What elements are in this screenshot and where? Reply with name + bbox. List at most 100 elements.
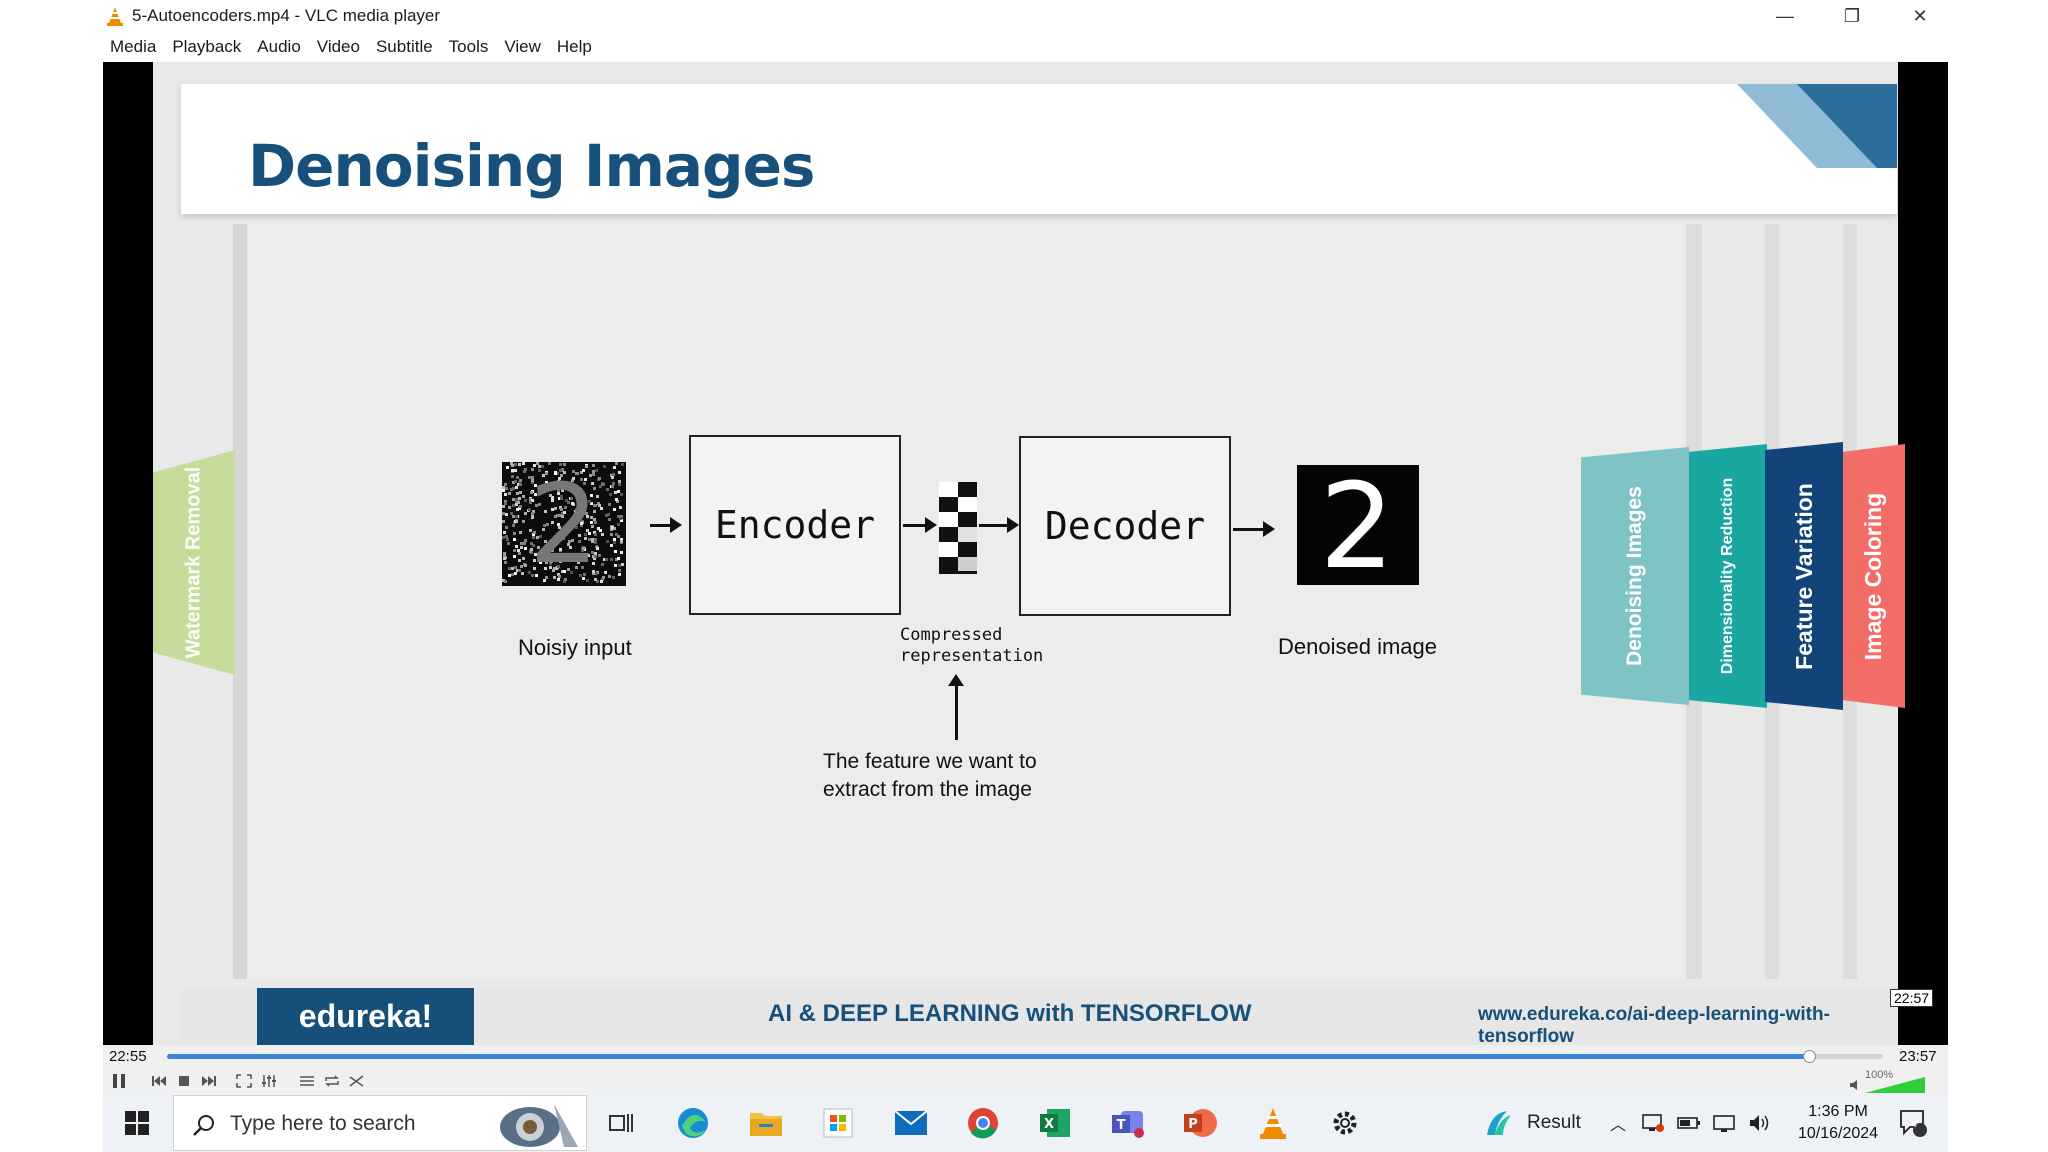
menu-tools[interactable]: Tools <box>442 34 496 62</box>
next-button[interactable] <box>198 1070 220 1091</box>
gear-icon <box>1333 1111 1357 1135</box>
menu-help[interactable]: Help <box>550 34 599 62</box>
chevron-up-icon[interactable]: ︿ <box>1605 1111 1631 1135</box>
close-button[interactable]: ✕ <box>1887 0 1953 32</box>
noise-speckle <box>518 569 521 572</box>
volume-icon[interactable] <box>1749 1113 1771 1133</box>
wifi-display-icon[interactable] <box>1713 1113 1737 1133</box>
content-panel <box>233 224 1693 979</box>
taskbar-teams[interactable]: T <box>1108 1103 1148 1143</box>
noise-speckle <box>519 531 522 534</box>
fullscreen-button[interactable] <box>233 1070 255 1091</box>
noise-speckle <box>524 499 527 502</box>
taskbar-vlc[interactable] <box>1253 1103 1293 1143</box>
taskbar-store[interactable] <box>818 1103 858 1143</box>
decoder-box: Decoder <box>1019 436 1231 616</box>
noise-speckle <box>613 538 616 541</box>
playlist-icon <box>300 1075 314 1086</box>
noise-speckle <box>512 524 515 527</box>
notifications-button[interactable]: 4 <box>1893 1103 1933 1143</box>
next-icon <box>202 1075 216 1086</box>
taskbar-settings[interactable] <box>1325 1103 1365 1143</box>
noise-speckle <box>505 535 508 538</box>
shuffle-button[interactable] <box>346 1070 368 1091</box>
noise-speckle <box>610 533 613 536</box>
denoised-image: 2 <box>1297 465 1419 585</box>
noise-speckle <box>613 508 616 511</box>
battery-icon[interactable] <box>1677 1115 1701 1131</box>
noise-speckle <box>511 567 514 570</box>
seek-handle[interactable] <box>1803 1050 1817 1063</box>
noise-speckle <box>517 549 520 552</box>
noise-speckle <box>602 483 605 486</box>
volume-slider[interactable] <box>1865 1077 1925 1093</box>
taskbar-chrome[interactable] <box>963 1103 1003 1143</box>
noise-speckle <box>519 505 522 508</box>
noise-speckle <box>522 462 525 465</box>
weather-widget[interactable]: Result <box>1481 1094 1581 1152</box>
noise-speckle <box>519 483 522 486</box>
noise-speckle <box>614 564 617 567</box>
noise-speckle <box>511 573 514 576</box>
taskbar-search[interactable]: Type here to search <box>173 1095 587 1151</box>
edge-icon <box>678 1108 708 1138</box>
weather-label: Result <box>1527 1112 1581 1133</box>
feature-note-line2: extract from the image <box>823 778 1032 801</box>
noise-speckle <box>518 497 521 500</box>
restore-button[interactable]: ❐ <box>1819 0 1885 32</box>
noise-speckle <box>515 503 518 506</box>
noise-speckle <box>610 558 613 561</box>
menu-subtitle[interactable]: Subtitle <box>369 34 440 62</box>
video-area[interactable]: Denoising Images Watermark Removal Denoi… <box>103 62 1948 1045</box>
pause-button[interactable] <box>106 1070 132 1091</box>
svg-text:P: P <box>1188 1117 1198 1132</box>
seek-bar[interactable] <box>167 1050 1883 1063</box>
fullscreen-icon <box>236 1073 252 1088</box>
taskbar-excel[interactable]: X <box>1035 1103 1075 1143</box>
noise-speckle <box>520 542 523 545</box>
arrow-code-decoder <box>979 517 1019 533</box>
noise-speckle <box>506 538 509 541</box>
taskbar-powerpoint[interactable]: P <box>1180 1103 1220 1143</box>
noisy-input-image: 2 <box>502 462 626 586</box>
menu-audio[interactable]: Audio <box>250 34 307 62</box>
menu-view[interactable]: View <box>497 34 548 62</box>
noise-speckle <box>617 490 620 493</box>
taskbar-file-explorer[interactable] <box>746 1103 786 1143</box>
noise-speckle <box>613 466 616 469</box>
extended-settings-button[interactable] <box>258 1070 280 1091</box>
noise-speckle <box>522 520 525 523</box>
pause-icon <box>113 1073 125 1088</box>
arrow-input-encoder <box>650 517 682 533</box>
playlist-button[interactable] <box>296 1070 318 1091</box>
speaker-icon[interactable] <box>1849 1079 1861 1091</box>
menu-video[interactable]: Video <box>310 34 367 62</box>
stop-button[interactable] <box>173 1070 195 1091</box>
compressed-caption-line2: representation <box>900 646 1044 666</box>
noise-speckle <box>608 503 611 506</box>
noisy-input-caption: Noisiy input <box>518 635 632 660</box>
taskbar-edge[interactable] <box>673 1103 713 1143</box>
noise-speckle <box>502 505 505 508</box>
total-time: 23:57 <box>1899 1048 1937 1065</box>
noise-speckle <box>508 574 511 577</box>
menu-media[interactable]: Media <box>103 34 163 62</box>
menu-playback[interactable]: Playback <box>165 34 248 62</box>
taskbar-mail[interactable] <box>891 1103 931 1143</box>
noise-speckle <box>512 515 515 518</box>
noise-speckle <box>514 572 517 575</box>
noise-speckle <box>600 580 603 583</box>
network-status-icon[interactable] <box>1641 1113 1665 1133</box>
noise-speckle <box>612 473 615 476</box>
start-button[interactable] <box>103 1094 171 1152</box>
noise-speckle <box>514 469 517 472</box>
previous-button[interactable] <box>148 1070 170 1091</box>
svg-text:T: T <box>1117 1118 1126 1133</box>
taskbar-clock[interactable]: 1:36 PM 10/16/2024 <box>1798 1101 1878 1145</box>
noise-speckle <box>612 482 615 485</box>
arrow-decoder-output <box>1233 521 1275 537</box>
noise-speckle <box>612 576 615 579</box>
loop-button[interactable] <box>321 1070 343 1091</box>
task-view-button[interactable] <box>601 1103 641 1143</box>
minimize-button[interactable]: — <box>1752 0 1818 32</box>
